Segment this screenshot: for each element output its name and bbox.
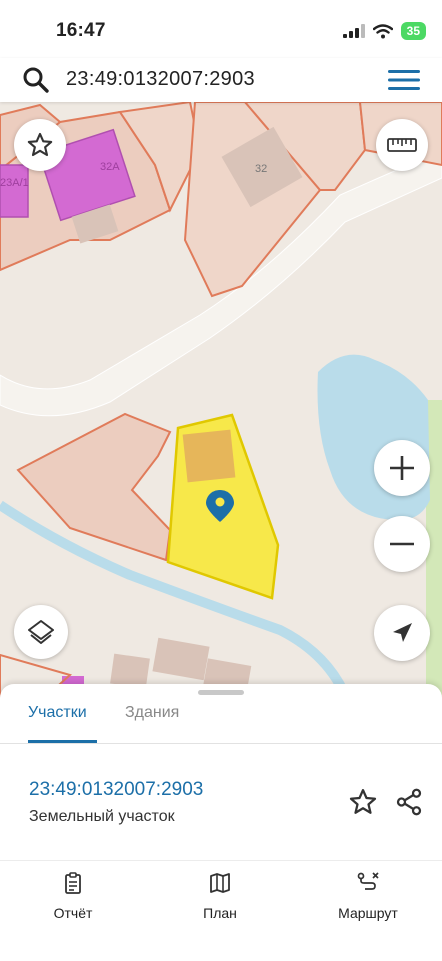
- share-icon[interactable]: [394, 787, 424, 817]
- parcel-id-link[interactable]: 23:49:0132007:2903: [29, 779, 203, 801]
- navigation-arrow-icon: [393, 623, 412, 642]
- map-view[interactable]: 32 32А 23А/1: [0, 102, 442, 702]
- favorite-star-icon[interactable]: [348, 787, 378, 817]
- map-icon: [210, 873, 230, 893]
- tab-parcels[interactable]: Участки: [28, 704, 87, 722]
- ruler-icon: [387, 138, 417, 152]
- map-label-32a: 32А: [100, 161, 120, 173]
- zoom-in-button[interactable]: [374, 440, 430, 496]
- status-time: 16:47: [56, 20, 106, 41]
- nav-route-label: Маршрут: [338, 905, 398, 921]
- nav-report-label: Отчёт: [53, 905, 93, 921]
- tab-divider: [0, 743, 442, 744]
- map-canvas[interactable]: 32 32А 23А/1: [0, 102, 442, 702]
- plus-icon: [390, 456, 414, 480]
- layers-button[interactable]: [14, 605, 68, 659]
- status-icons: 35: [342, 22, 426, 40]
- bottom-navigation: Отчёт План Маршрут: [0, 860, 442, 961]
- status-bar: 16:47 35: [0, 0, 442, 58]
- search-icon[interactable]: [22, 66, 50, 94]
- hamburger-menu-icon[interactable]: [388, 68, 420, 92]
- nav-plan-label: План: [203, 905, 237, 921]
- star-icon: [27, 132, 53, 157]
- tab-buildings[interactable]: Здания: [125, 704, 179, 722]
- battery-indicator: 35: [400, 22, 426, 40]
- nav-report[interactable]: Отчёт: [18, 871, 128, 921]
- signal-icon: [342, 24, 365, 38]
- report-icon: [65, 872, 81, 894]
- drag-handle[interactable]: [198, 690, 244, 695]
- wifi-icon: [372, 23, 393, 38]
- nav-route[interactable]: Маршрут: [313, 871, 423, 921]
- nav-plan[interactable]: План: [165, 871, 275, 921]
- search-bar[interactable]: 23:49:0132007:2903: [0, 58, 442, 102]
- search-input[interactable]: 23:49:0132007:2903: [66, 68, 255, 91]
- route-icon: [357, 872, 379, 890]
- favorite-map-button[interactable]: [14, 119, 66, 171]
- zoom-out-button[interactable]: [374, 516, 430, 572]
- map-label-23a1: 23А/1: [0, 177, 29, 189]
- my-location-button[interactable]: [374, 605, 430, 661]
- map-label-32: 32: [255, 163, 267, 175]
- parcel-type-label: Земельный участок: [29, 808, 175, 825]
- minus-icon: [390, 542, 414, 546]
- layers-icon: [28, 620, 54, 644]
- ruler-button[interactable]: [376, 119, 428, 171]
